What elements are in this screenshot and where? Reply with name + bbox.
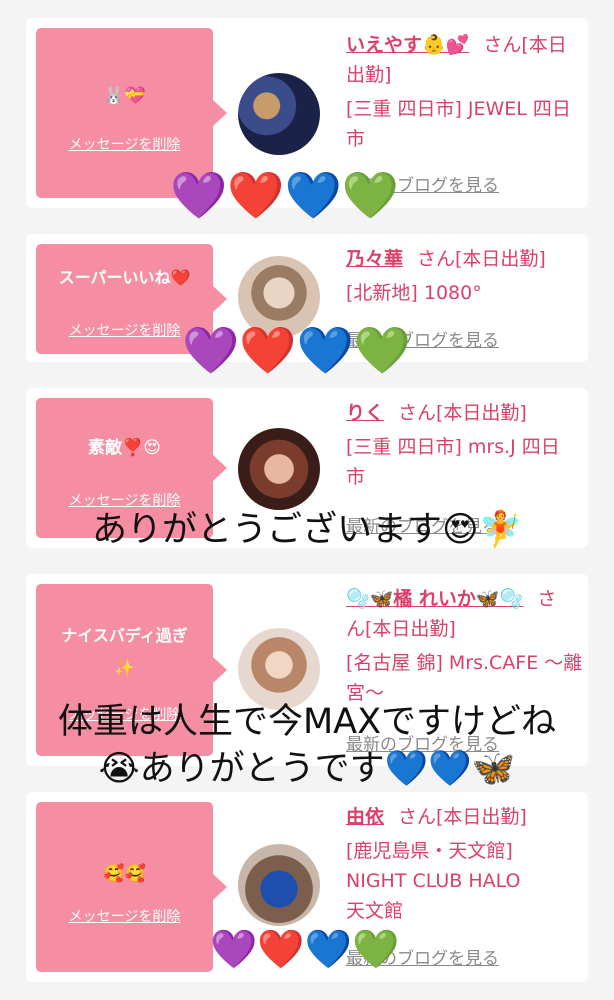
overlay-caption: 体重は人生で今MAXですけどね (57, 702, 557, 742)
delete-message-link[interactable]: メッセージを削除 (36, 134, 213, 154)
overlay-caption: 😭ありがとうです💙💙🦋 (98, 749, 516, 789)
cast-status: さん[本日出勤] (398, 402, 527, 424)
green-heart-icon: 💚 (353, 323, 412, 377)
avatar[interactable] (238, 628, 320, 710)
shop-name: [三重 四日市] mrs.J 四日市 (346, 436, 560, 488)
cast-name-link[interactable]: いえやす👶💕 (346, 34, 469, 56)
message-text: 🥰🥰 (103, 864, 146, 884)
red-heart-icon: ❤️ (239, 323, 297, 377)
cast-info: いえやす👶💕 さん[本日出勤] [三重 四日市] JEWEL 四日市 (346, 30, 574, 154)
red-heart-icon: ❤️ (227, 168, 285, 222)
cast-info: りく さん[本日出勤] [三重 四日市] mrs.J 四日市 (346, 398, 574, 492)
shop-name: [北新地] 1080° (346, 282, 482, 304)
message-bubble: 🥰🥰 メッセージを削除 (36, 802, 227, 972)
green-heart-icon: 💚 (351, 927, 400, 971)
heart-stickers: 💜 ❤️ 💙 💚 (170, 170, 399, 220)
purple-heart-icon: 💜 (210, 927, 258, 971)
cast-info: 🫧🦋橘 れいか🦋🫧 さん[本日出勤] [名古屋 錦] Mrs.CAFE 〜離宮〜 (346, 584, 582, 708)
blue-heart-icon: 💙 (296, 323, 354, 377)
cast-name-link[interactable]: りく (346, 402, 384, 424)
cast-status: さん[本日出勤] (398, 806, 527, 828)
blue-heart-icon: 💙 (304, 927, 352, 971)
shop-name: [名古屋 錦] Mrs.CAFE 〜離宮〜 (346, 652, 583, 704)
purple-heart-icon: 💜 (170, 168, 228, 222)
overlay-caption: ありがとうございます😍🧚 (91, 510, 523, 550)
cast-info: 由依 さん[本日出勤] [鹿児島県・天文館] NIGHT CLUB HALO 天文… (346, 802, 574, 926)
delete-message-link[interactable]: メッセージを削除 (36, 490, 213, 510)
cast-name-link[interactable]: 乃々華 (346, 248, 403, 270)
red-heart-icon: ❤️ (257, 927, 305, 971)
message-text: 🐰💝 (103, 86, 146, 106)
message-text: スーパーいいね❤️ (58, 268, 191, 287)
shop-name: [鹿児島県・天文館] NIGHT CLUB HALO 天文館 (346, 840, 521, 922)
shop-name: [三重 四日市] JEWEL 四日市 (346, 98, 571, 150)
cast-info: 乃々華 さん[本日出勤] [北新地] 1080° (346, 244, 574, 308)
purple-heart-icon: 💜 (182, 323, 240, 377)
delete-message-link[interactable]: メッセージを削除 (36, 906, 213, 926)
message-text: ナイスバディ過ぎ✨ (61, 626, 188, 677)
heart-stickers: 💜 ❤️ 💙 💚 (182, 325, 411, 375)
heart-stickers: 💜 ❤️ 💙 💚 (210, 928, 399, 970)
avatar[interactable] (238, 428, 320, 510)
green-heart-icon: 💚 (341, 168, 400, 222)
cast-status: さん[本日出勤] (417, 248, 546, 270)
cast-name-link[interactable]: 由依 (346, 806, 384, 828)
message-text: 素敵❣️😍 (88, 438, 161, 458)
avatar[interactable] (238, 844, 320, 926)
cast-name-link[interactable]: 🫧🦋橘 れいか🦋🫧 (346, 588, 523, 610)
blue-heart-icon: 💙 (284, 168, 342, 222)
avatar[interactable] (238, 73, 320, 155)
